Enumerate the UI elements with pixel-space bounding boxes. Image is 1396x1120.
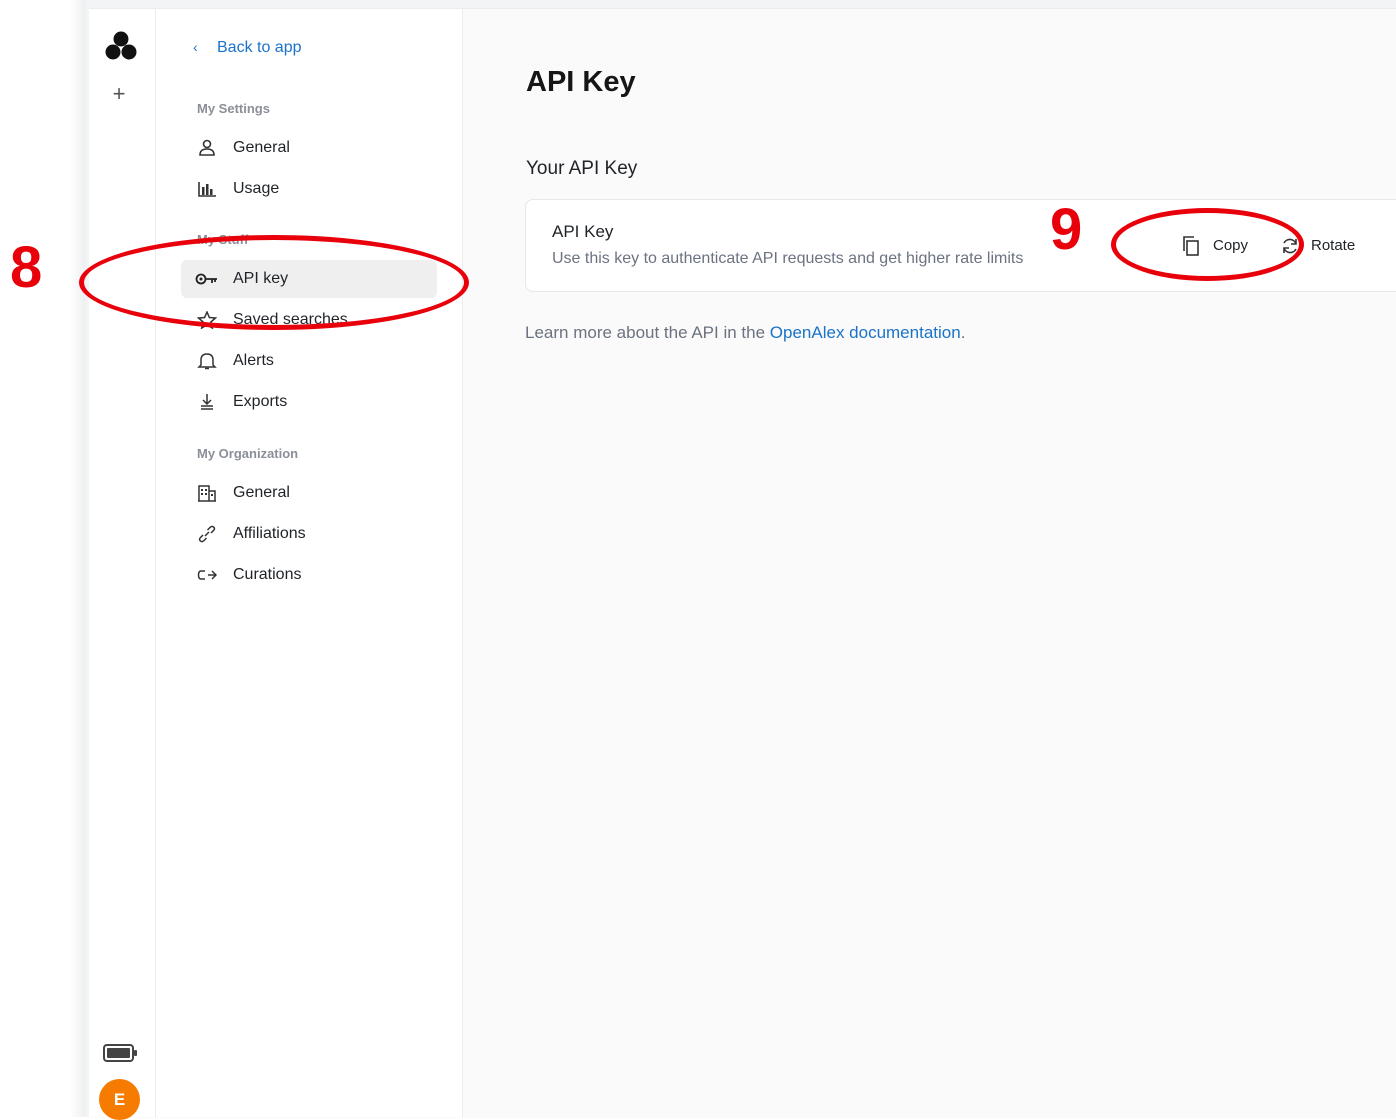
nav-item-label: Exports xyxy=(233,393,288,410)
battery-icon xyxy=(103,1044,137,1062)
nav-item-alerts[interactable]: Alerts xyxy=(181,342,437,380)
back-to-app-label: Back to app xyxy=(217,39,302,56)
nav-item-affiliations[interactable]: Affiliations xyxy=(181,515,437,553)
bar-chart-icon xyxy=(198,182,216,197)
annotation-ellipse-9 xyxy=(1111,208,1304,281)
annotation-ellipse-8 xyxy=(79,235,469,330)
nav-item-general[interactable]: General xyxy=(181,129,437,167)
building-icon xyxy=(198,485,216,502)
section-heading-my-organization: My Organization xyxy=(197,446,299,461)
openalex-documentation-link[interactable]: OpenAlex documentation xyxy=(770,323,961,342)
bell-icon xyxy=(197,353,217,370)
icon-rail xyxy=(89,9,156,1117)
nav-item-usage[interactable]: Usage xyxy=(181,170,437,208)
api-key-description: Use this key to authenticate API request… xyxy=(552,250,1024,267)
learn-more-text: Learn more about the API in the OpenAlex… xyxy=(525,323,965,343)
section-heading-my-settings: My Settings xyxy=(197,101,270,116)
download-icon xyxy=(201,394,213,410)
nav-item-label: Affiliations xyxy=(233,525,306,542)
user-icon xyxy=(199,139,215,156)
learn-more-suffix: . xyxy=(960,323,966,342)
section-title: Your API Key xyxy=(526,158,638,179)
nav-item-label: General xyxy=(233,139,290,156)
nav-item-org-general[interactable]: General xyxy=(181,474,437,512)
learn-more-prefix: Learn more about the API in the xyxy=(525,323,770,342)
rotate-label: Rotate xyxy=(1311,237,1356,254)
nav-item-label: Alerts xyxy=(233,352,274,369)
nav-item-exports[interactable]: Exports xyxy=(181,383,437,421)
link-icon xyxy=(198,525,216,543)
annotation-marker-8: 8 xyxy=(10,235,43,300)
nav-item-curations[interactable]: Curations xyxy=(181,556,437,594)
page-title: API Key xyxy=(526,66,636,98)
openalex-logo-icon[interactable] xyxy=(104,30,138,62)
back-to-app-link[interactable]: ‹ Back to app xyxy=(193,36,302,58)
nav-item-label: Usage xyxy=(233,180,280,197)
avatar[interactable]: E xyxy=(99,1079,140,1120)
plus-icon[interactable]: + xyxy=(108,83,130,105)
annotation-marker-9: 9 xyxy=(1050,197,1083,262)
chevron-left-icon: ‹ xyxy=(193,39,198,55)
nav-item-label: Curations xyxy=(233,566,302,583)
nav-item-label: General xyxy=(233,484,290,501)
api-key-title: API Key xyxy=(552,222,614,241)
curations-icon xyxy=(197,570,217,580)
